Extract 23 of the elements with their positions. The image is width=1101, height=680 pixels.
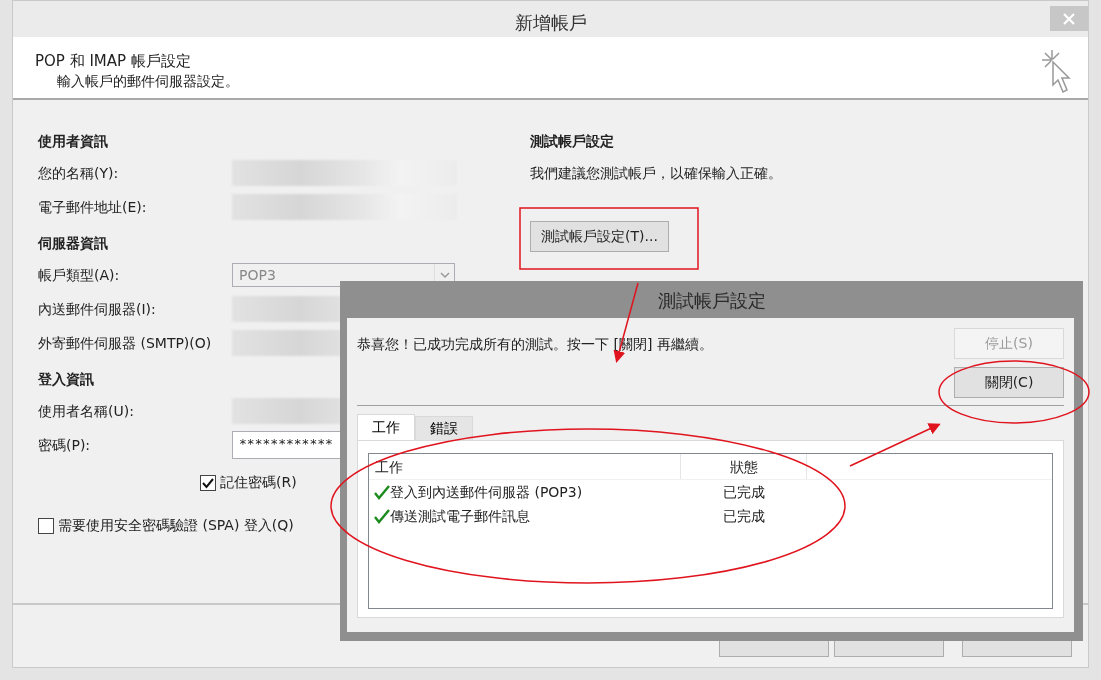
field-label: 密碼(P):	[38, 435, 92, 455]
page-subtitle: 輸入帳戶的郵件伺服器設定。	[56, 72, 239, 89]
task-status: 已完成	[722, 482, 766, 502]
field-label: 外寄郵件伺服器 (SMTP)(O)	[38, 333, 213, 353]
field-label: 帳戶類型(A):	[38, 265, 121, 285]
field-label: 電子郵件地址(E):	[38, 197, 148, 217]
column-header: 狀態	[681, 454, 807, 479]
section-heading: 伺服器資訊	[38, 233, 109, 253]
window-title: 新增帳戶	[514, 11, 587, 35]
section-heading: 測試帳戶設定	[530, 131, 615, 151]
field-label: 內送郵件伺服器(I):	[38, 299, 157, 319]
page-heading: POP 和 IMAP 帳戶設定	[35, 51, 192, 72]
task-name: 傳送測試電子郵件訊息	[390, 506, 530, 526]
field-label: 您的名稱(Y):	[38, 163, 120, 183]
checkbox-label: 需要使用安全密碼驗證 (SPA) 登入(Q)	[58, 516, 294, 535]
section-heading: 使用者資訊	[38, 131, 109, 151]
dialog-title: 測試帳戶設定	[656, 289, 767, 313]
field-label: 使用者名稱(U):	[38, 401, 135, 421]
section-heading: 登入資訊	[38, 369, 95, 389]
task-status: 已完成	[722, 506, 766, 526]
description-text: 我們建議您測試帳戶，以確保輸入正確。	[530, 163, 782, 183]
checkbox-label: 記住密碼(R)	[220, 473, 297, 492]
task-name: 登入到內送郵件伺服器 (POP3)	[390, 482, 583, 502]
